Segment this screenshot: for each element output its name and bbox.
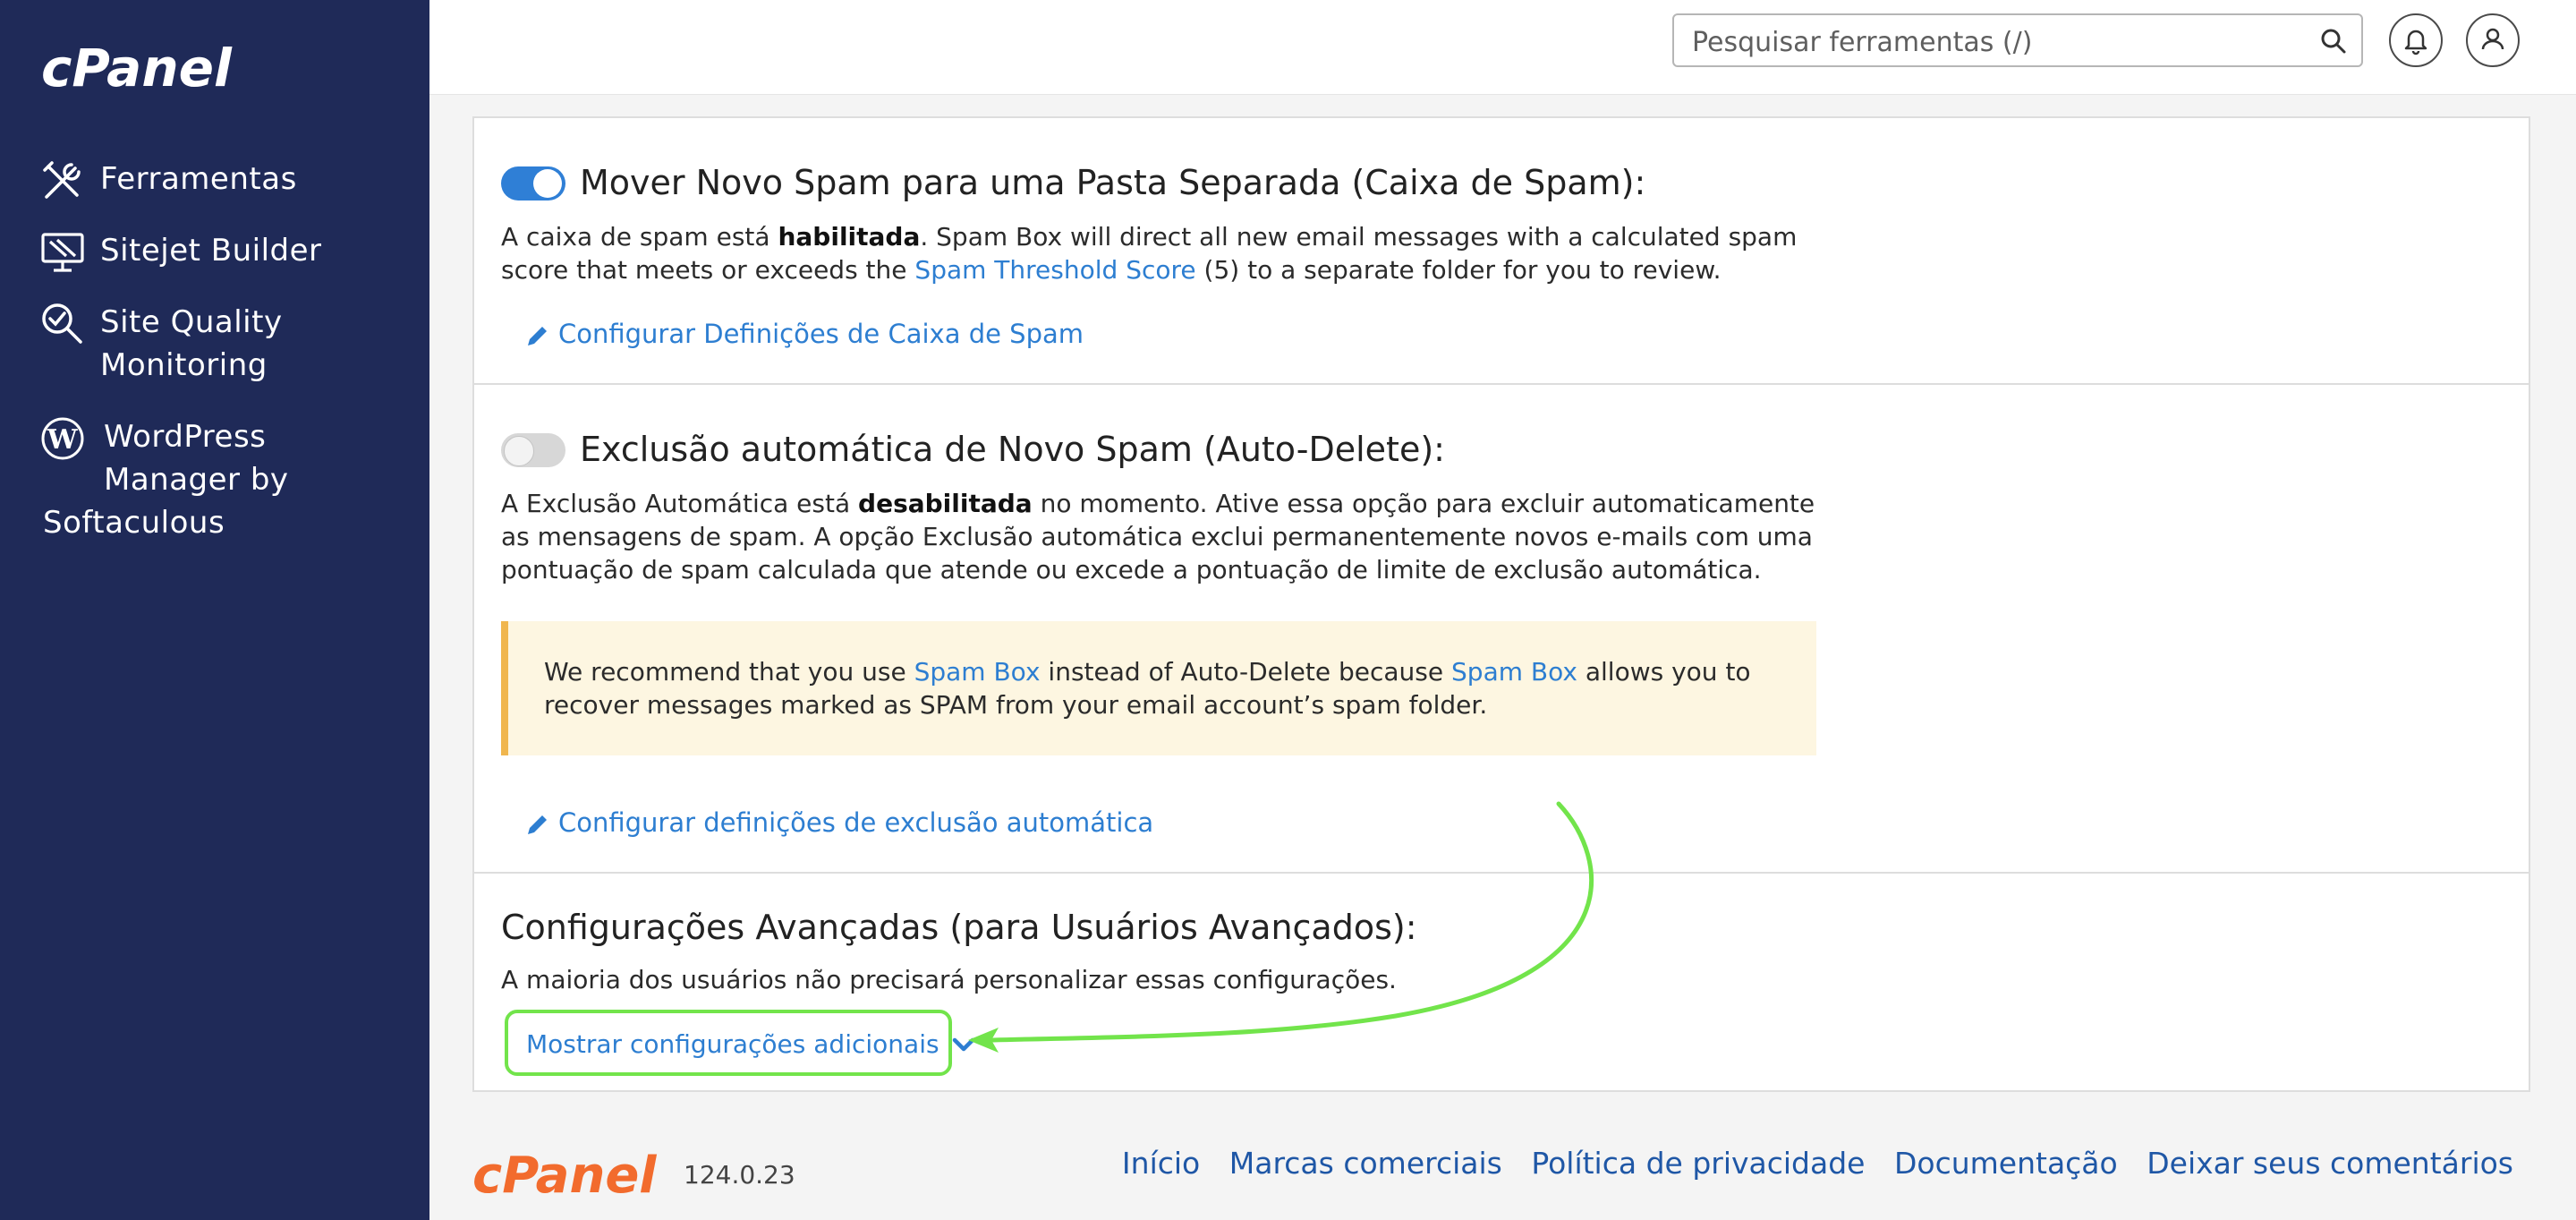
tools-icon [43,161,81,199]
search-input[interactable] [1690,22,2302,62]
version-number: 124.0.23 [684,1160,795,1190]
user-icon [2481,28,2504,50]
warn-text: instead of Auto-Delete because [1040,657,1452,687]
toggle-knob [533,169,562,198]
wordpress-icon: W [41,417,84,460]
status-bold: desabilitada [858,489,1033,518]
section-divider [474,872,2529,874]
svg-text:W: W [47,424,79,456]
configure-auto-delete-link[interactable]: Configurar definições de exclusão automá… [524,806,1153,840]
warn-text: We recommend that you use [544,657,914,687]
spam-settings-panel: Mover Novo Spam para uma Pasta Separada … [472,116,2530,1092]
warning-text: We recommend that you use Spam Box inste… [544,655,1797,721]
configure-auto-delete-label: Configurar definições de exclusão automá… [558,807,1154,838]
toggle-knob [504,436,534,466]
spam-box-title: Mover Novo Spam para uma Pasta Separada … [580,163,1646,202]
pencil-icon [528,815,547,834]
desc-text: A Exclusão Automática está [501,489,859,518]
spam-threshold-link[interactable]: Spam Threshold Score [914,255,1195,285]
auto-delete-title: Exclusão automática de Novo Spam (Auto-D… [580,430,1445,469]
show-additional-settings-link[interactable]: Mostrar configurações adicionais [526,1028,975,1062]
search-box[interactable] [1672,13,2363,67]
sidebar-item-label-line2: Manager by [104,462,289,498]
show-more-annotation-box: Mostrar configurações adicionais [505,1010,975,1076]
magnifier-check-icon [42,303,82,344]
user-menu-button[interactable] [2466,13,2520,67]
notifications-button[interactable] [2389,13,2443,67]
sidebar-item-label-line3: Softaculous [43,505,225,541]
footer-link-trademarks[interactable]: Marcas comerciais [1229,1146,1502,1181]
chevron-down-icon [953,1037,975,1052]
logo-text: cPanel [41,38,233,98]
sidebar-item-wordpress-manager[interactable]: W WordPress Manager by Softaculous [39,415,289,544]
spam-box-toggle[interactable] [501,166,565,200]
sidebar: cPanel Ferramentas Sitejet Builder Site … [0,0,429,1220]
configure-spam-box-link[interactable]: Configurar Definições de Caixa de Spam [524,317,1084,351]
show-more-label: Mostrar configurações adicionais [526,1029,939,1059]
advanced-settings-title: Configurações Avançadas (para Usuários A… [501,908,1417,947]
spam-box-link-1[interactable]: Spam Box [914,657,1041,687]
desc-text: A caixa de spam está [501,222,778,252]
footer-cpanel-logo[interactable]: cPanel [472,1147,687,1205]
pencil-icon [528,327,547,346]
sidebar-item-label-line2: Monitoring [100,347,268,383]
footer-link-privacy[interactable]: Política de privacidade [1531,1146,1865,1181]
auto-delete-toggle[interactable] [501,433,565,467]
footer-link-feedback[interactable]: Deixar seus comentários [2147,1146,2513,1181]
section-divider [474,383,2529,385]
sitejet-monitor-icon [41,233,84,272]
advanced-settings-description: A maioria dos usuários não precisará per… [501,965,1397,994]
search-icon[interactable] [2320,28,2347,55]
spam-box-link-2[interactable]: Spam Box [1451,657,1577,687]
footer-links: Início Marcas comerciais Política de pri… [1102,1144,2513,1183]
cpanel-logo[interactable]: cPanel [41,36,265,102]
sidebar-item-ferramentas[interactable]: Ferramentas [39,158,297,200]
spam-box-description: A caixa de spam está habilitada. Spam Bo… [501,220,1825,286]
footer-logo-text: cPanel [472,1147,657,1201]
warning-callout: We recommend that you use Spam Box inste… [501,621,1816,755]
bell-icon [2404,30,2427,55]
footer-link-documentation[interactable]: Documentação [1894,1146,2118,1181]
status-bold: habilitada [778,222,921,252]
sidebar-item-sitejet-builder[interactable]: Sitejet Builder [39,229,322,272]
configure-spam-box-label: Configurar Definições de Caixa de Spam [558,319,1084,349]
footer-link-inicio[interactable]: Início [1122,1146,1200,1181]
sidebar-item-site-quality-monitoring[interactable]: Site Quality Monitoring [39,301,283,387]
auto-delete-description: A Exclusão Automática está desabilitada … [501,487,1825,586]
desc-text: (5) to a separate folder for you to revi… [1195,255,1722,285]
